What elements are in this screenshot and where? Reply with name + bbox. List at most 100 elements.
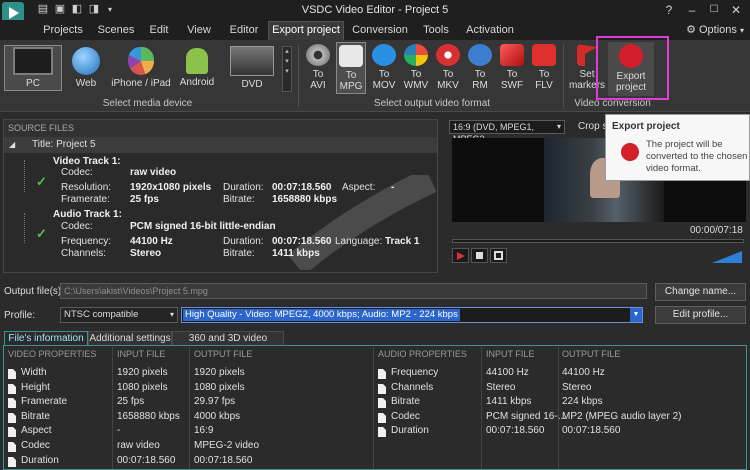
media-dvd-label: DVD: [241, 79, 263, 90]
format-flv-button[interactable]: To FLV: [529, 44, 559, 91]
tab-projects[interactable]: Projects: [38, 23, 88, 40]
column-divider: [558, 347, 559, 469]
audio-channels-label: Channels:: [61, 248, 107, 259]
tab-export-project[interactable]: Export project: [268, 21, 344, 40]
film-reel-icon: [306, 44, 330, 66]
tab-additional-settings[interactable]: Additional settings: [88, 331, 172, 345]
table-cell-input: 1080 pixels: [117, 381, 168, 393]
media-iphone-button[interactable]: iPhone / iPad: [110, 44, 172, 89]
table-cell-input: raw video: [117, 440, 160, 451]
maximize-icon[interactable]: ☐: [705, 2, 723, 18]
table-cell-output: 00:07:18.560: [562, 425, 621, 437]
table-cell-input: Stereo: [486, 381, 516, 393]
table-cell-property: Bitrate: [391, 396, 420, 408]
stop-button[interactable]: [471, 248, 488, 263]
media-scroll-arrows[interactable]: ▴ ▾ ▾: [282, 46, 292, 92]
minimize-icon[interactable]: –: [683, 2, 701, 18]
tab-files-information[interactable]: File's information: [4, 331, 88, 345]
flag-icon: [577, 44, 597, 66]
volume-icon[interactable]: [712, 251, 742, 263]
format-mpg-label: To MPG: [339, 70, 363, 92]
format-flv-label: To FLV: [535, 69, 553, 91]
format-avi-label: To AVI: [310, 69, 326, 91]
play-button[interactable]: [452, 248, 469, 263]
file-info-panel: [3, 345, 747, 470]
mpg-icon: [339, 45, 363, 67]
profile-select[interactable]: NTSC compatible ▾: [60, 307, 178, 323]
close-icon[interactable]: ✕: [727, 2, 745, 18]
table-cell-property: Duration: [391, 425, 429, 437]
table-cell-output: 1080 pixels: [194, 381, 245, 393]
document-icon: [8, 427, 16, 438]
format-rm-label: To RM: [472, 69, 488, 91]
video-codec-label: Codec:: [61, 167, 93, 178]
audio-duration-value: 00:07:18.560: [272, 236, 332, 247]
change-name-button[interactable]: Change name...: [655, 283, 746, 301]
table-cell-output: MPEG-2 video: [194, 440, 260, 451]
table-cell-property: Framerate: [21, 396, 68, 408]
seek-bar[interactable]: [452, 239, 744, 243]
edit-profile-button[interactable]: Edit profile...: [655, 306, 746, 324]
media-group-label: Select media device: [102, 98, 193, 109]
tab-tools[interactable]: Tools: [418, 23, 454, 40]
format-swf-label: To SWF: [500, 69, 524, 91]
chevron-down-icon: ▾: [169, 310, 174, 319]
video-track-heading: Video Track 1:: [53, 156, 121, 167]
format-wmv-button[interactable]: To WMV: [401, 44, 431, 91]
pc-monitor-icon: [13, 47, 53, 75]
video-framerate-value: 25 fps: [130, 194, 159, 205]
tab-360-3d-settings[interactable]: 360 and 3D video settings: [172, 331, 284, 357]
table-cell-input: 00:07:18.560: [486, 425, 545, 437]
help-icon[interactable]: ?: [660, 2, 678, 18]
table-cell-input: 25 fps: [117, 396, 145, 408]
media-android-button[interactable]: Android: [175, 44, 219, 88]
table-cell-output: 44100 Hz: [562, 367, 605, 378]
audio-codec-label: Codec:: [61, 221, 93, 232]
tab-edit[interactable]: Edit: [144, 23, 174, 40]
tab-conversion[interactable]: Conversion: [350, 23, 410, 40]
format-mpg-button[interactable]: To MPG: [336, 42, 366, 94]
table-cell-property: Codec: [21, 440, 50, 451]
format-mov-label: To MOV: [372, 69, 396, 91]
media-pc-button[interactable]: PC: [6, 44, 60, 89]
format-avi-button[interactable]: To AVI: [302, 44, 334, 91]
quality-select[interactable]: High Quality - Video: MPEG2, 4000 kbps; …: [181, 307, 643, 323]
format-mov-button[interactable]: To MOV: [369, 44, 399, 91]
source-files-header: SOURCE FILES: [4, 120, 437, 137]
format-swf-button[interactable]: To SWF: [497, 44, 527, 91]
table-cell-output: 29.97 fps: [194, 396, 236, 408]
table-cell-input: 1920 pixels: [117, 367, 168, 378]
table-cell-output: 00:07:18.560: [194, 454, 253, 466]
document-icon: [378, 427, 386, 438]
document-icon: [378, 369, 386, 379]
media-web-button[interactable]: Web: [66, 44, 106, 89]
ribbon-separator: [563, 44, 564, 108]
table-cell-input: 00:07:18.560: [117, 454, 176, 466]
tab-editor[interactable]: Editor: [224, 23, 264, 40]
tab-view[interactable]: View: [182, 23, 216, 40]
options-menu[interactable]: ⚙ Options ▾: [686, 23, 744, 36]
play-icon: [457, 252, 465, 260]
title-bar: ▤ ▣ ◧ ◨ ▾ VSDC Video Editor - Project 5 …: [0, 0, 750, 24]
video-check-icon: ✓: [36, 174, 47, 189]
collapse-triangle-icon[interactable]: ◢: [9, 137, 15, 153]
aspect-ratio-select[interactable]: 16:9 (DVD, MPEG1, MPEG2 ▾: [449, 120, 565, 144]
document-icon: [8, 456, 16, 467]
project-title-row[interactable]: ◢ Title: Project 5: [4, 137, 437, 153]
tab-scenes[interactable]: Scenes: [94, 23, 138, 40]
fullscreen-button[interactable]: [490, 248, 507, 263]
table-cell-property: Frequency: [391, 367, 439, 378]
tree-line: [24, 213, 25, 243]
audio-check-icon: ✓: [36, 226, 47, 241]
format-rm-button[interactable]: To RM: [465, 44, 495, 91]
table-cell-property: Channels: [391, 381, 434, 393]
media-dvd-button[interactable]: DVD: [226, 44, 278, 90]
flash-icon: [500, 44, 524, 66]
quicktime-icon: [372, 44, 396, 66]
output-file-input[interactable]: C:\Users\akist\Videos\Project 5.mpg: [60, 283, 647, 299]
format-mkv-button[interactable]: To MKV: [433, 44, 463, 91]
video-aspect-label: Aspect:: [342, 182, 376, 193]
document-icon: [8, 412, 16, 423]
tab-activation[interactable]: Activation: [462, 23, 518, 40]
quality-value: High Quality - Video: MPEG2, 4000 kbps; …: [183, 309, 460, 321]
